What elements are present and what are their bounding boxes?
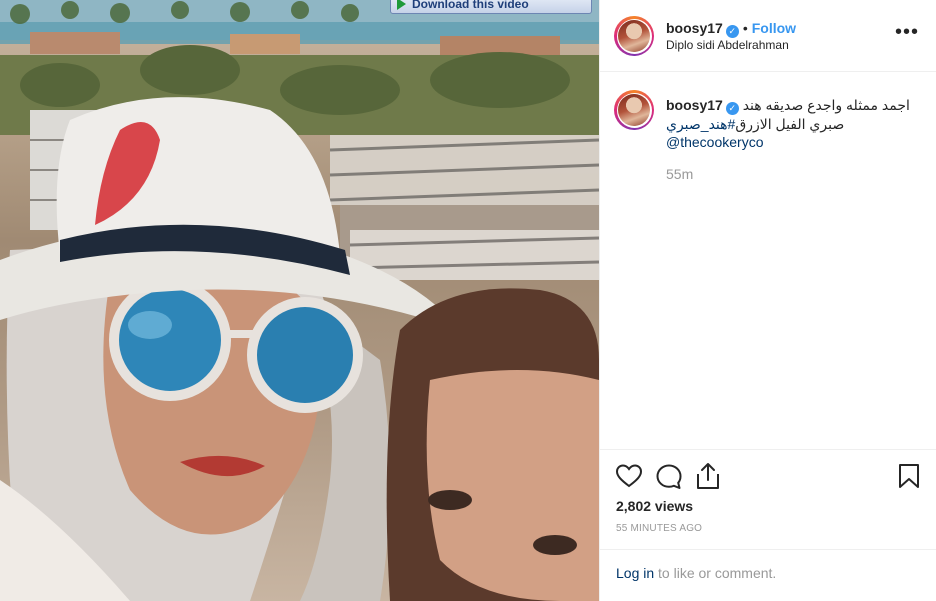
caption-text: boosy17 ✓ اجمد ممثله واجدع صديقه هند صبري… — [666, 96, 928, 151]
video-frame-illustration — [0, 0, 599, 601]
caption-area: boosy17 ✓ اجمد ممثله واجدع صديقه هند صبري… — [600, 72, 936, 449]
follow-button[interactable]: Follow — [752, 20, 796, 36]
action-bar: 2,802 views 55 MINUTES AGO — [600, 449, 936, 549]
post-location[interactable]: Diplo sidi Abdelrahman — [666, 38, 789, 52]
bookmark-icon[interactable] — [898, 463, 920, 489]
header-user-line: boosy17 ✓ • Follow — [666, 20, 796, 38]
login-link[interactable]: Log in — [616, 565, 654, 581]
view-count[interactable]: 2,802 views — [616, 498, 693, 514]
share-icon[interactable] — [696, 462, 720, 490]
caption-line-2-text: صبري الفيل الازرق — [735, 116, 845, 132]
download-button-label: Download this video — [412, 0, 529, 11]
author-avatar[interactable] — [614, 16, 654, 56]
caption-line-2: صبري الفيل الازرق#هند_صبري — [666, 115, 928, 133]
caption-age[interactable]: 55m — [666, 166, 693, 182]
verified-badge-icon: ✓ — [725, 102, 739, 115]
header-username[interactable]: boosy17 — [666, 20, 723, 36]
heart-icon[interactable] — [616, 464, 642, 488]
header-separator: • — [742, 20, 748, 36]
post-header: boosy17 ✓ • Follow Diplo sidi Abdelrahman •… — [600, 0, 936, 72]
mention-link[interactable]: @thecookeryco — [666, 134, 763, 150]
comment-bubble-icon[interactable] — [656, 464, 682, 490]
post-sidebar: boosy17 ✓ • Follow Diplo sidi Abdelrahman •… — [599, 0, 936, 601]
more-options-icon[interactable]: ••• — [895, 22, 919, 42]
hashtag-link[interactable]: #هند_صبري — [666, 116, 735, 132]
login-prompt-text: to like or comment. — [654, 565, 777, 581]
post-video[interactable]: Download this video — [0, 0, 599, 601]
avatar-image — [618, 20, 650, 52]
caption-avatar-image — [618, 94, 650, 126]
posted-time[interactable]: 55 MINUTES AGO — [616, 523, 702, 534]
caption-username[interactable]: boosy17 — [666, 97, 723, 113]
play-icon — [397, 0, 406, 10]
caption-line-1: اجمد ممثله واجدع صديقه هند — [742, 97, 910, 113]
caption-avatar[interactable] — [614, 90, 654, 130]
verified-badge-icon: ✓ — [725, 25, 739, 38]
login-prompt: Log in to like or comment. — [600, 549, 936, 601]
download-video-button[interactable]: Download this video — [390, 0, 592, 14]
